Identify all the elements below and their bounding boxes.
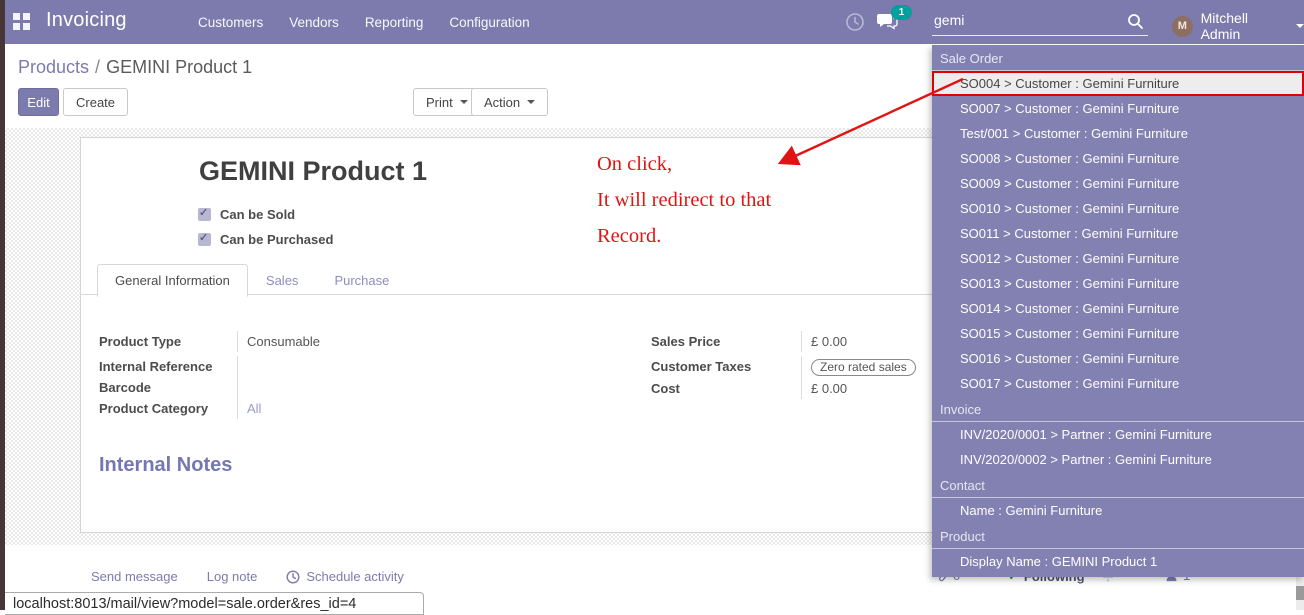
tab-purchase[interactable]: Purchase xyxy=(316,264,407,297)
search-section-heading-contact: Contact xyxy=(932,472,1304,498)
nav-menu-vendors[interactable]: Vendors xyxy=(287,11,341,34)
scrollbar-thumb[interactable] xyxy=(1296,586,1304,600)
top-navbar: Invoicing Customers Vendors Reporting Confi… xyxy=(0,0,1304,44)
search-results-dropdown: Sale OrderSO004 > Customer : Gemini Furn… xyxy=(932,45,1304,577)
browser-edge-strip xyxy=(0,0,5,610)
breadcrumb-products-link[interactable]: Products xyxy=(18,57,89,77)
scrollbar xyxy=(1296,577,1304,610)
search-section-heading-sale-order: Sale Order xyxy=(932,45,1304,71)
annotation-note: On click, It will redirect to that Recor… xyxy=(597,153,771,261)
nav-menu-configuration[interactable]: Configuration xyxy=(447,11,531,34)
status-url-tooltip: localhost:8013/mail/view?model=sale.orde… xyxy=(5,592,424,615)
log-note-button[interactable]: Log note xyxy=(207,569,258,584)
product-flags: ✓ Can be Sold ✓ Can be Purchased xyxy=(198,202,333,252)
user-avatar[interactable]: M xyxy=(1172,16,1193,37)
search-input[interactable] xyxy=(932,8,1148,36)
action-label: Action xyxy=(484,95,520,110)
field-label-internal-reference: Internal Reference xyxy=(99,356,237,377)
search-result-item[interactable]: SO008 > Customer : Gemini Furniture xyxy=(932,146,1304,171)
annotation-line: It will redirect to that xyxy=(597,189,771,212)
field-value-barcode xyxy=(237,377,551,398)
field-value-cost: £ 0.00 xyxy=(801,378,943,399)
search-result-item[interactable]: SO007 > Customer : Gemini Furniture xyxy=(932,96,1304,121)
user-name: Mitchell Admin xyxy=(1201,10,1289,42)
search-icon[interactable] xyxy=(1127,13,1144,35)
field-label-product-type: Product Type xyxy=(99,331,237,352)
apps-menu-icon[interactable] xyxy=(13,13,30,30)
field-group-right: Sales Price£ 0.00Customer TaxesZero rate… xyxy=(651,331,943,399)
checkbox-label: Can be Purchased xyxy=(220,232,333,247)
internal-notes-heading: Internal Notes xyxy=(99,454,232,477)
product-title: GEMINI Product 1 xyxy=(199,156,427,187)
check-icon: ✓ xyxy=(199,231,208,244)
field-value-product-category[interactable]: All xyxy=(237,398,551,419)
create-button[interactable]: Create xyxy=(63,88,128,116)
breadcrumb-current: GEMINI Product 1 xyxy=(106,57,252,77)
user-menu[interactable]: M Mitchell Admin xyxy=(1172,10,1304,42)
field-value-sales-price: £ 0.00 xyxy=(801,331,943,352)
app-brand[interactable]: Invoicing xyxy=(46,9,127,32)
field-value-product-type: Consumable xyxy=(237,331,551,352)
search-result-item[interactable]: SO011 > Customer : Gemini Furniture xyxy=(932,221,1304,246)
field-label-product-category: Product Category xyxy=(99,398,237,419)
clock-icon xyxy=(286,570,300,584)
checkbox-row: ✓ Can be Purchased xyxy=(198,227,333,252)
annotation-line: On click, xyxy=(597,153,771,176)
field-label-customer-taxes: Customer Taxes xyxy=(651,356,801,378)
search-result-item[interactable]: INV/2020/0002 > Partner : Gemini Furnitu… xyxy=(932,447,1304,472)
field-value-customer-taxes: Zero rated sales xyxy=(801,356,943,378)
tab-sales[interactable]: Sales xyxy=(248,264,317,297)
chevron-down-icon xyxy=(527,100,535,104)
annotation-line: Record. xyxy=(597,225,771,248)
search-section-heading-invoice: Invoice xyxy=(932,396,1304,422)
action-dropdown-button[interactable]: Action xyxy=(471,88,548,116)
search-result-item[interactable]: Test/001 > Customer : Gemini Furniture xyxy=(932,121,1304,146)
breadcrumb-separator: / xyxy=(95,57,100,77)
search-result-item[interactable]: SO009 > Customer : Gemini Furniture xyxy=(932,171,1304,196)
tab-general-information[interactable]: General Information xyxy=(97,264,248,297)
activities-clock-icon[interactable] xyxy=(845,12,865,37)
global-search xyxy=(932,8,1148,36)
field-label-barcode: Barcode xyxy=(99,377,237,398)
edit-button[interactable]: Edit xyxy=(18,88,59,116)
field-label-sales-price: Sales Price xyxy=(651,331,801,352)
search-result-item[interactable]: SO016 > Customer : Gemini Furniture xyxy=(932,346,1304,371)
checkbox-label: Can be Sold xyxy=(220,207,295,222)
messages-count-badge: 1 xyxy=(891,5,912,20)
field-group-left: Product TypeConsumableInternal Reference… xyxy=(99,331,551,419)
search-result-item[interactable]: SO014 > Customer : Gemini Furniture xyxy=(932,296,1304,321)
field-value-internal-reference xyxy=(237,356,551,377)
search-result-item[interactable]: SO015 > Customer : Gemini Furniture xyxy=(932,321,1304,346)
checkbox-can-be-purchased[interactable]: ✓ xyxy=(198,233,211,246)
chevron-down-icon xyxy=(1296,24,1304,28)
chatter-actions: Send message Log note Schedule activity xyxy=(91,569,404,584)
search-result-item[interactable]: SO012 > Customer : Gemini Furniture xyxy=(932,246,1304,271)
nav-menu-reporting[interactable]: Reporting xyxy=(363,11,426,34)
tax-tag: Zero rated sales xyxy=(811,359,916,376)
send-message-button[interactable]: Send message xyxy=(91,569,178,584)
search-result-item[interactable]: SO013 > Customer : Gemini Furniture xyxy=(932,271,1304,296)
search-section-heading-product: Product xyxy=(932,523,1304,549)
checkbox-row: ✓ Can be Sold xyxy=(198,202,333,227)
search-result-item[interactable]: SO004 > Customer : Gemini Furniture xyxy=(932,71,1304,96)
schedule-activity-button[interactable]: Schedule activity xyxy=(286,569,404,584)
breadcrumb: Products / GEMINI Product 1 xyxy=(18,57,252,78)
search-result-item[interactable]: Display Name : GEMINI Product 1 xyxy=(932,549,1304,574)
chevron-down-icon xyxy=(460,100,468,104)
nav-menu-customers[interactable]: Customers xyxy=(196,11,265,34)
nav-menus: Customers Vendors Reporting Configuration xyxy=(196,0,532,44)
search-result-item[interactable]: INV/2020/0001 > Partner : Gemini Furnitu… xyxy=(932,422,1304,447)
field-label-cost: Cost xyxy=(651,378,801,399)
print-label: Print xyxy=(426,95,453,110)
search-result-item[interactable]: Name : Gemini Furniture xyxy=(932,498,1304,523)
search-result-item[interactable]: SO010 > Customer : Gemini Furniture xyxy=(932,196,1304,221)
checkbox-can-be-sold[interactable]: ✓ xyxy=(198,208,211,221)
check-icon: ✓ xyxy=(199,206,208,219)
search-result-item[interactable]: SO017 > Customer : Gemini Furniture xyxy=(932,371,1304,396)
